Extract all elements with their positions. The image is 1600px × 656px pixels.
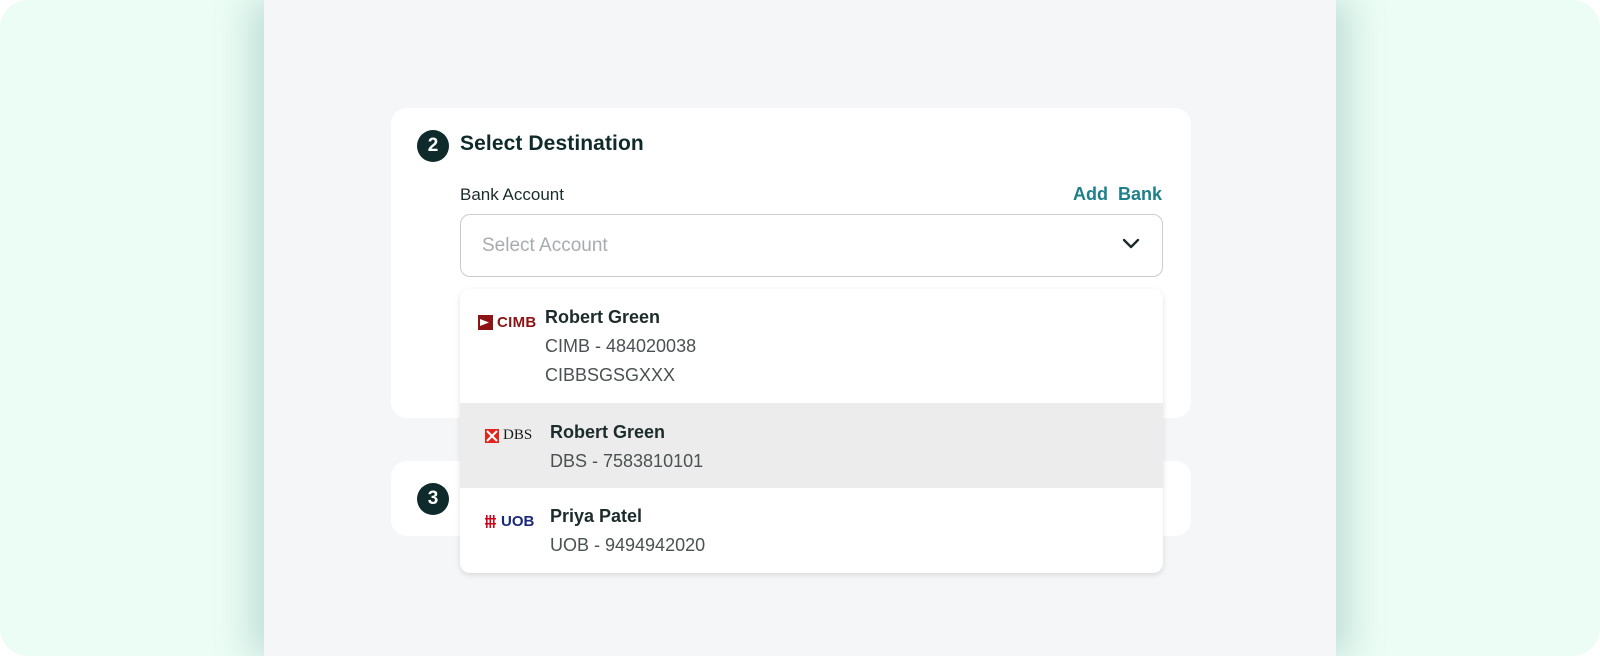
select-placeholder: Select Account <box>482 235 608 256</box>
account-option-dbs[interactable]: DBS Robert Green DBS - 7583810101 <box>460 403 1163 488</box>
bank-account-label: Bank Account <box>460 185 564 204</box>
bank-account-select[interactable]: Select Account <box>460 214 1163 277</box>
section-title: Select Destination <box>460 132 644 155</box>
account-option-cimb[interactable]: CIMB Robert Green CIMB - 484020038 CIBBS… <box>460 289 1163 403</box>
dbs-logo: DBS <box>485 427 532 444</box>
swift-code: CIBBSGSGXXX <box>545 365 676 385</box>
add-bank-link[interactable]: Add Bank <box>1066 184 1162 205</box>
chevron-down-icon <box>1122 238 1140 249</box>
account-name: Priya Patel <box>550 506 643 526</box>
cimb-logo: CIMB <box>478 314 537 331</box>
uob-logo-text: UOB <box>501 513 535 530</box>
account-dropdown-list: CIMB Robert Green CIMB - 484020038 CIBBS… <box>460 289 1163 573</box>
outer-background: 2 Select Destination Bank Account Add Ba… <box>0 0 1600 656</box>
uob-logo: UOB <box>485 513 534 530</box>
account-name: Robert Green <box>545 307 661 327</box>
account-number: CIMB - 484020038 <box>545 336 697 356</box>
step-badge-3: 3 <box>417 483 449 515</box>
account-number: UOB - 9494942020 <box>550 535 706 555</box>
cimb-mark-icon <box>478 315 493 330</box>
step-badge-2: 2 <box>417 130 449 162</box>
account-option-uob[interactable]: UOB Priya Patel UOB - 9494942020 <box>460 488 1163 573</box>
cimb-logo-text: CIMB <box>497 314 537 331</box>
account-name: Robert Green <box>550 422 666 442</box>
uob-mark-icon <box>485 515 496 528</box>
account-number: DBS - 7583810101 <box>550 451 704 471</box>
dbs-logo-text: DBS <box>503 427 533 443</box>
dbs-star-icon <box>485 428 499 443</box>
